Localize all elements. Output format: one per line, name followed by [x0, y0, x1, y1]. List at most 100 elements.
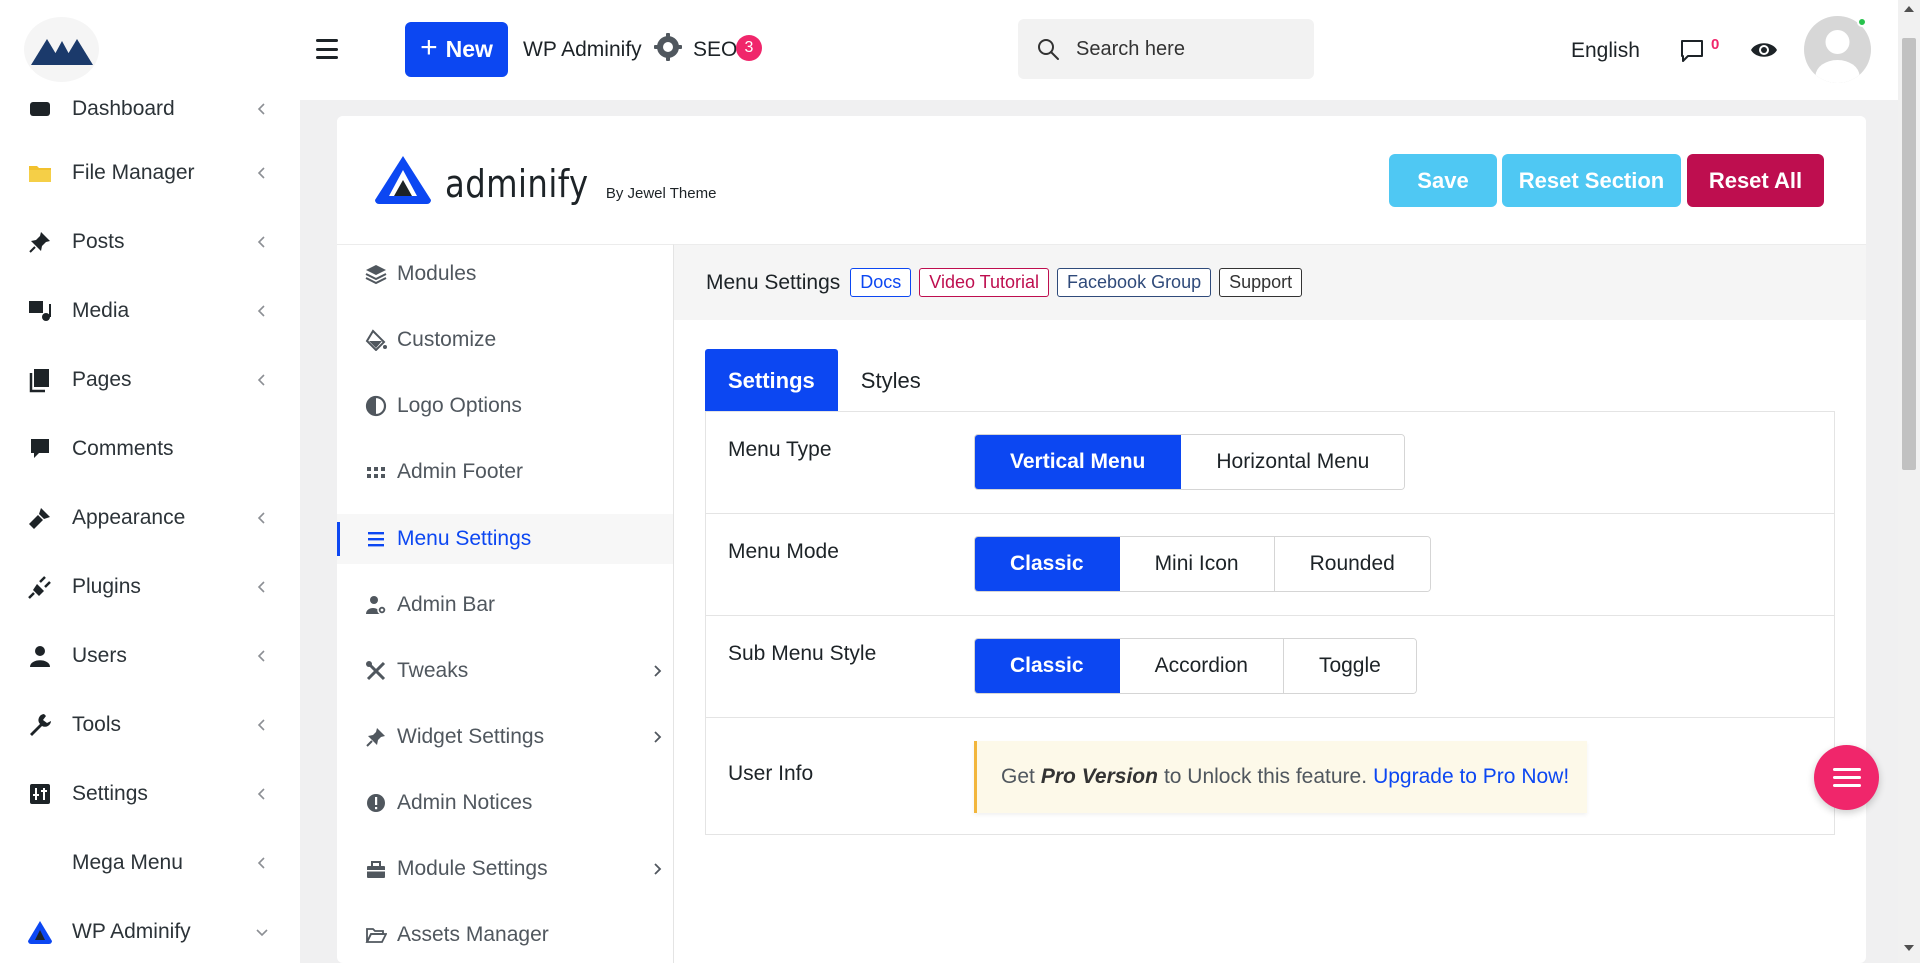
sidebar-item-appearance[interactable]: Appearance [0, 493, 300, 543]
nav-item-module-settings[interactable]: Module Settings [337, 844, 673, 894]
sub-menu-accordion-option[interactable]: Accordion [1119, 639, 1284, 693]
folder-icon [29, 166, 51, 182]
sub-menu-style-label: Sub Menu Style [728, 642, 877, 665]
site-name-link[interactable]: WP Adminify [523, 38, 642, 62]
user-info-label: User Info [728, 762, 814, 785]
nav-item-widget-settings[interactable]: Widget Settings [337, 712, 673, 762]
floating-menu-button[interactable] [1814, 745, 1879, 810]
half-circle-icon [365, 395, 387, 417]
sidebar-item-file-manager[interactable]: File Manager [0, 148, 300, 198]
reset-section-button[interactable]: Reset Section [1502, 154, 1681, 207]
page-scrollbar[interactable] [1898, 0, 1920, 963]
chevron-left-icon [257, 857, 265, 869]
sidebar-item-pages[interactable]: Pages [0, 355, 300, 405]
chevron-left-icon [257, 374, 265, 386]
menu-mode-mini-icon-option[interactable]: Mini Icon [1119, 537, 1275, 591]
menu-type-row: Menu Type Vertical Menu Horizontal Menu [706, 412, 1834, 514]
sidebar-item-plugins[interactable]: Plugins [0, 562, 300, 612]
brush-icon [29, 508, 50, 529]
sidebar-item-mega-menu[interactable]: Mega Menu [0, 838, 300, 888]
sidebar-item-wp-adminify[interactable]: WP Adminify [0, 907, 300, 957]
settings-nav: Modules Customize Logo Options Admin Foo… [337, 244, 674, 963]
sidebar-item-media[interactable]: Media [0, 286, 300, 336]
chevron-right-icon [654, 863, 662, 875]
sidebar-item-label: Plugins [72, 575, 141, 598]
nav-item-assets-manager[interactable]: Assets Manager [337, 910, 673, 960]
chevron-left-icon [257, 103, 265, 115]
menu-mode-rounded-option[interactable]: Rounded [1274, 537, 1430, 591]
plug-icon [28, 576, 51, 599]
adminify-icon [28, 921, 52, 944]
sidebar-item-users[interactable]: Users [0, 631, 300, 681]
upgrade-to-pro-link[interactable]: Upgrade to Pro Now! [1373, 765, 1569, 789]
sidebar-item-settings[interactable]: Settings [0, 769, 300, 819]
nav-item-customize[interactable]: Customize [337, 315, 673, 365]
user-info-row: User Info Get Pro Version to Unlock this… [706, 718, 1834, 834]
media-icon [29, 301, 51, 321]
sidebar-item-label: Pages [72, 368, 132, 391]
sidebar-item-dashboard[interactable]: Dashboard [0, 100, 300, 134]
pin-icon [29, 232, 50, 253]
menu-type-vertical-option[interactable]: Vertical Menu [975, 435, 1182, 489]
chevron-left-icon [257, 167, 265, 179]
nav-item-label: Module Settings [397, 857, 548, 880]
gear-icon[interactable] [653, 32, 683, 62]
new-button[interactable]: + New [405, 22, 508, 77]
menu-type-horizontal-option[interactable]: Horizontal Menu [1181, 435, 1405, 489]
docs-link[interactable]: Docs [850, 268, 912, 297]
video-tutorial-link[interactable]: Video Tutorial [919, 268, 1050, 297]
nav-item-modules[interactable]: Modules [337, 249, 673, 299]
sidebar-item-tools[interactable]: Tools [0, 700, 300, 750]
sub-menu-style-selector: Classic Accordion Toggle [974, 638, 1417, 694]
sub-menu-classic-option[interactable]: Classic [975, 639, 1120, 693]
scroll-up-arrow-icon[interactable] [1904, 6, 1914, 12]
sidebar-item-comments[interactable]: Comments [0, 424, 300, 474]
menu-mode-row: Menu Mode Classic Mini Icon Rounded [706, 514, 1834, 616]
chevron-left-icon [257, 305, 265, 317]
scrollbar-thumb[interactable] [1902, 38, 1916, 470]
site-logo[interactable] [24, 17, 99, 82]
nav-item-label: Customize [397, 328, 497, 351]
dashboard-icon [30, 102, 50, 116]
nav-item-menu-settings[interactable]: Menu Settings [337, 514, 673, 564]
eye-icon[interactable] [1749, 38, 1779, 62]
save-button[interactable]: Save [1389, 154, 1497, 207]
sub-menu-toggle-option[interactable]: Toggle [1283, 639, 1416, 693]
new-button-label: New [445, 36, 493, 62]
nav-item-admin-notices[interactable]: Admin Notices [337, 778, 673, 828]
chevron-left-icon [257, 581, 265, 593]
nav-item-admin-footer[interactable]: Admin Footer [337, 447, 673, 497]
language-selector[interactable]: English [1571, 39, 1640, 63]
comment-icon[interactable] [1679, 38, 1705, 64]
brand-name: adminify [445, 162, 589, 206]
fab-bar [1832, 784, 1861, 787]
sidebar-item-label: Appearance [72, 506, 186, 529]
support-link[interactable]: Support [1219, 268, 1303, 297]
reset-all-button[interactable]: Reset All [1687, 154, 1824, 207]
chevron-left-icon [257, 512, 265, 524]
scroll-down-arrow-icon[interactable] [1904, 945, 1914, 951]
sidebar-item-posts[interactable]: Posts [0, 217, 300, 267]
nav-item-admin-bar[interactable]: Admin Bar [337, 580, 673, 630]
grid-dots-icon [367, 467, 385, 478]
menu-mode-classic-option[interactable]: Classic [975, 537, 1120, 591]
seo-menu-label[interactable]: SEO [693, 38, 737, 62]
facebook-group-link[interactable]: Facebook Group [1057, 268, 1212, 297]
plus-icon: + [420, 31, 438, 64]
search-input[interactable] [1076, 37, 1276, 61]
pro-notice: Get Pro Version to Unlock this feature. … [974, 741, 1587, 813]
folder-open-icon [365, 928, 387, 943]
search-box[interactable] [1018, 19, 1314, 79]
top-bar: + New WP Adminify SEO 3 English 0 [0, 0, 1898, 100]
pro-notice-middle: to Unlock this feature. [1163, 765, 1368, 788]
nav-item-logo-options[interactable]: Logo Options [337, 381, 673, 431]
tab-styles[interactable]: Styles [838, 349, 944, 412]
pages-icon [29, 369, 49, 393]
hamburger-menu-icon[interactable] [314, 36, 340, 62]
chevron-left-icon [257, 719, 265, 731]
sidebar-item-label: Tools [72, 713, 122, 736]
tab-settings[interactable]: Settings [705, 349, 838, 412]
nav-item-tweaks[interactable]: Tweaks [337, 646, 673, 696]
panel-tabs: Settings Styles [705, 349, 944, 412]
user-icon [30, 646, 50, 667]
